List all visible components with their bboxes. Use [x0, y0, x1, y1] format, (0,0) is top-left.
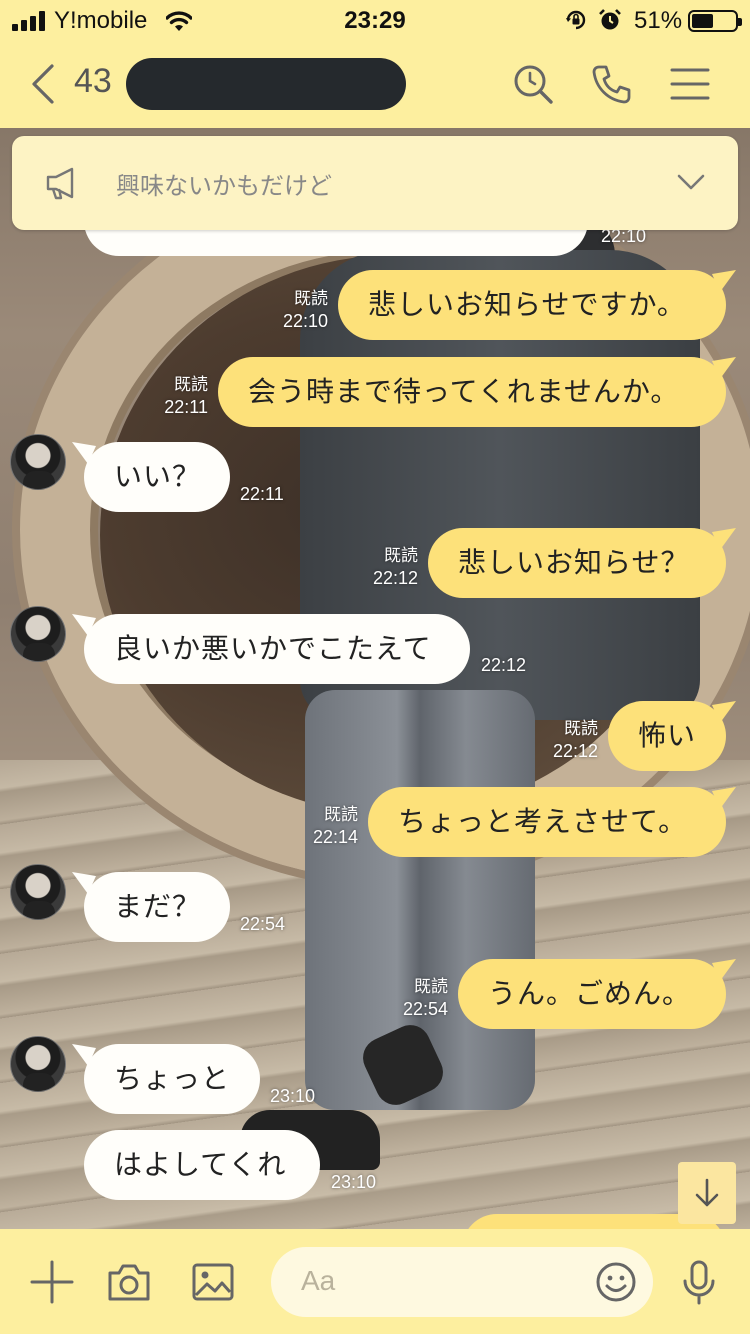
back-chevron-icon[interactable] — [28, 62, 58, 106]
announcement-banner[interactable]: 興味ないかもだけど — [12, 136, 738, 230]
bubble-tail — [712, 701, 736, 723]
message-input-bar: Aa — [0, 1229, 750, 1334]
avatar[interactable] — [10, 864, 66, 920]
message-time: 23:10 — [270, 1086, 316, 1106]
message-time: 22:54 — [402, 999, 448, 1019]
message-time: 22:11 — [164, 397, 208, 417]
message-meta: 既読 22:12 — [532, 718, 598, 762]
message-input-placeholder: Aa — [301, 1265, 336, 1296]
battery-icon — [688, 10, 742, 32]
bubble-tail — [712, 959, 736, 981]
message-time: 22:54 — [240, 914, 286, 934]
bubble-tail — [712, 528, 736, 550]
alarm-icon — [599, 9, 621, 30]
message-time: 23:10 — [331, 1172, 377, 1192]
outgoing-message-bubble[interactable]: ちょっと考えさせて。 — [368, 787, 726, 857]
bubble-tail — [712, 787, 736, 809]
menu-icon[interactable] — [668, 62, 712, 106]
status-bar: Y!mobile 23:29 51% — [0, 0, 750, 42]
outgoing-message-bubble[interactable]: うん。ごめん。 — [458, 959, 726, 1029]
chevron-down-icon[interactable] — [676, 172, 706, 192]
avatar[interactable] — [10, 606, 66, 662]
megaphone-icon — [46, 167, 74, 200]
read-receipt: 既読 — [324, 805, 358, 824]
phone-icon[interactable] — [590, 62, 634, 106]
outgoing-message-bubble[interactable]: 悲しいお知らせですか。 — [338, 270, 726, 340]
message-meta: 既読 22:12 — [352, 545, 418, 589]
message-time: 22:12 — [372, 568, 418, 588]
image-icon[interactable] — [190, 1259, 236, 1305]
unread-count[interactable]: 43 — [74, 62, 112, 101]
message-time: 22:12 — [552, 741, 598, 761]
bubble-tail — [712, 270, 736, 292]
bubble-tail — [712, 357, 736, 379]
message-meta: 既読 22:54 — [382, 976, 448, 1020]
scroll-down-button[interactable] — [678, 1162, 736, 1224]
read-receipt: 既読 — [174, 375, 208, 394]
message-time: 22:10 — [282, 311, 328, 331]
incoming-message-bubble[interactable]: 良いか悪いかでこたえて — [84, 614, 470, 684]
message-time: 22:12 — [481, 655, 527, 675]
read-receipt: 既読 — [384, 546, 418, 565]
microphone-icon[interactable] — [676, 1259, 722, 1305]
arrow-down-icon — [695, 1178, 719, 1207]
rotation-lock-icon — [566, 10, 586, 30]
read-receipt: 既読 — [414, 977, 448, 996]
plus-icon[interactable] — [29, 1259, 75, 1305]
message-meta: 既読 22:11 — [142, 374, 208, 418]
message-meta: 既読 22:10 — [262, 288, 328, 332]
read-receipt: 既読 — [294, 289, 328, 308]
outgoing-message-bubble[interactable]: 会う時まで待ってくれませんか。 — [218, 357, 726, 427]
avatar[interactable] — [10, 434, 66, 490]
outgoing-message-bubble[interactable]: 怖い — [608, 701, 726, 771]
incoming-message-bubble[interactable]: はよしてくれ — [84, 1130, 320, 1200]
battery-percent: 51% — [634, 7, 683, 34]
message-time: 22:11 — [240, 484, 284, 504]
incoming-message-bubble[interactable]: いい？ — [84, 442, 230, 512]
message-time: 22:14 — [312, 827, 358, 847]
incoming-message-bubble[interactable]: ちょっと — [84, 1044, 260, 1114]
search-icon[interactable] — [511, 62, 555, 106]
camera-icon[interactable] — [106, 1259, 152, 1305]
read-receipt: 既読 — [564, 719, 598, 738]
message-meta: 既読 22:14 — [292, 804, 358, 848]
chat-header: 43 — [0, 42, 750, 128]
announcement-text: 興味ないかもだけど — [116, 172, 332, 200]
message-input[interactable]: Aa — [271, 1247, 653, 1317]
contact-name-redacted — [126, 58, 406, 110]
incoming-message-bubble[interactable]: まだ？ — [84, 872, 230, 942]
emoji-icon[interactable] — [595, 1261, 637, 1303]
outgoing-message-bubble[interactable]: 悲しいお知らせ？ — [428, 528, 726, 598]
avatar[interactable] — [10, 1036, 66, 1092]
